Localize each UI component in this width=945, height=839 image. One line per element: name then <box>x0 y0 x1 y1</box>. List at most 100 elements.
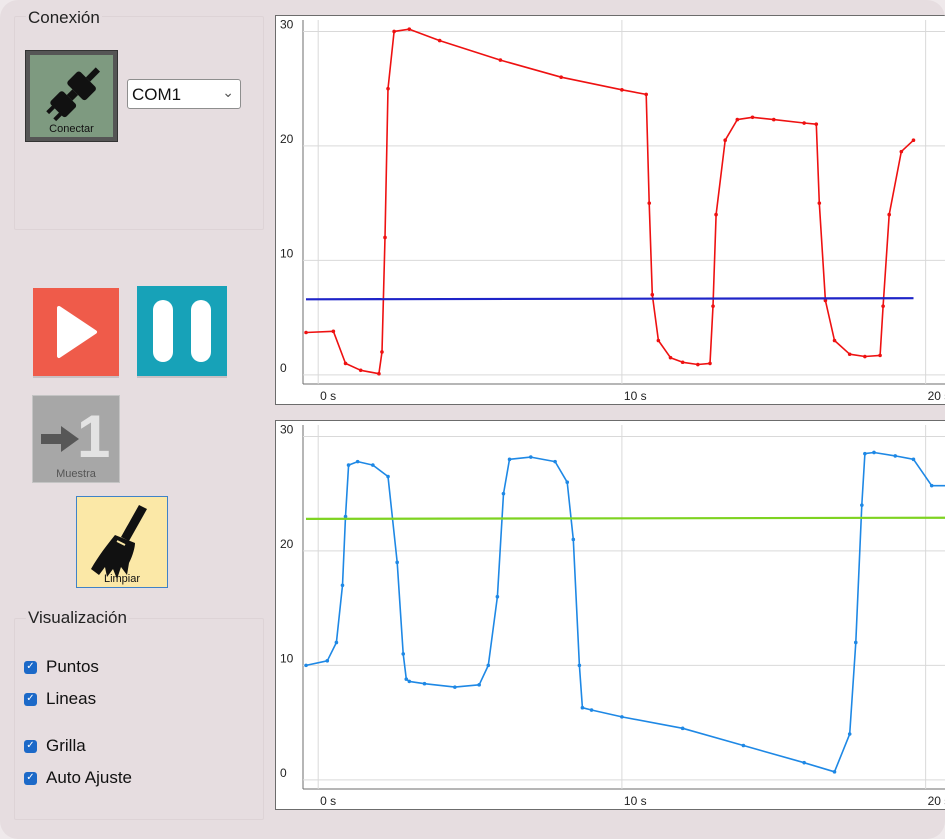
connect-button-label: Conectar <box>49 123 94 135</box>
data-point <box>881 304 885 308</box>
data-point <box>911 457 916 462</box>
connect-button[interactable]: Conectar <box>25 50 118 142</box>
y-tick-label: 30 <box>280 17 294 31</box>
x-tick-label: 10 s <box>624 794 647 808</box>
data-point <box>571 537 576 542</box>
data-point <box>714 212 718 217</box>
data-point <box>331 329 336 334</box>
x-tick-label: 0 s <box>320 389 336 403</box>
series-line-0 <box>305 28 915 375</box>
option-auto-ajuste[interactable]: ✓ Auto Ajuste <box>24 768 132 788</box>
data-point <box>899 149 904 154</box>
data-point <box>832 770 837 774</box>
play-button[interactable] <box>33 288 119 376</box>
checkbox-grilla[interactable]: ✓ <box>24 739 37 753</box>
data-point <box>711 304 715 308</box>
option-auto-ajuste-label: Auto Ajuste <box>46 768 133 787</box>
option-lineas-label: Lineas <box>46 689 97 708</box>
chart-bottom-plot: 0 10 20 30 0 s 10 s 20 s <box>280 422 945 808</box>
checkbox-auto-ajuste[interactable]: ✓ <box>24 771 37 785</box>
data-point <box>340 583 345 588</box>
data-point <box>355 459 360 464</box>
data-point <box>486 663 491 668</box>
x-tick-label: 20 s <box>928 389 945 403</box>
control-panel: Conexión Conectar COM1 ⌄ 1 Muestra Limpi… <box>0 0 270 839</box>
data-point <box>325 658 330 663</box>
data-point <box>358 368 363 373</box>
data-point <box>863 451 867 456</box>
data-point <box>437 38 442 43</box>
series-line-1 <box>305 516 945 520</box>
data-point <box>407 679 412 684</box>
data-point <box>507 457 512 462</box>
data-point <box>814 122 819 126</box>
data-point <box>386 474 390 479</box>
data-point <box>498 58 503 62</box>
visualization-group-label: Visualización <box>26 608 129 628</box>
sample-button-label: Muestra <box>56 468 96 480</box>
chart-top-plot: 0 10 20 30 0 s 10 s 20 s <box>280 17 945 403</box>
series-line-0 <box>305 451 945 773</box>
y-tick-label: 10 <box>280 246 294 260</box>
data-point <box>343 361 348 366</box>
data-point <box>832 338 837 343</box>
data-point <box>501 491 506 496</box>
data-point <box>380 350 384 354</box>
chart-top[interactable]: 0 10 20 30 0 s 10 s 20 s <box>275 15 945 405</box>
data-point <box>863 354 867 359</box>
data-point <box>304 330 308 335</box>
option-puntos[interactable]: ✓ Puntos <box>24 657 99 677</box>
pause-button[interactable] <box>137 286 227 376</box>
series-line-1 <box>305 297 914 301</box>
data-point <box>847 352 852 357</box>
data-point <box>847 732 852 736</box>
data-point <box>407 27 412 31</box>
visualization-group <box>14 618 264 820</box>
data-point <box>386 86 390 91</box>
option-lineas[interactable]: ✓ Lineas <box>24 689 96 709</box>
data-point <box>723 138 727 142</box>
app-window: Conexión Conectar COM1 ⌄ 1 Muestra Limpi… <box>0 0 945 839</box>
option-grilla[interactable]: ✓ Grilla <box>24 736 86 756</box>
data-point <box>817 201 822 205</box>
data-point <box>559 75 563 80</box>
x-tick-label: 0 s <box>320 794 336 808</box>
y-tick-label: 0 <box>280 361 287 375</box>
x-tick-label: 20 s <box>928 794 945 808</box>
data-point <box>911 138 916 142</box>
port-select[interactable]: COM1 ⌄ <box>127 79 241 109</box>
data-point <box>477 683 481 687</box>
data-point <box>401 652 406 656</box>
data-point <box>371 463 375 467</box>
data-point <box>668 355 673 360</box>
data-point <box>404 677 409 681</box>
chart-bottom[interactable]: 0 10 20 30 0 s 10 s 20 s <box>275 420 945 810</box>
y-tick-label: 30 <box>280 422 294 436</box>
checkbox-puntos[interactable]: ✓ <box>24 660 37 674</box>
data-point <box>929 483 934 488</box>
data-point <box>383 235 387 240</box>
data-point <box>860 503 864 507</box>
data-point <box>620 88 624 92</box>
checkbox-lineas[interactable]: ✓ <box>24 692 37 706</box>
clear-button-label: Limpiar <box>103 573 141 585</box>
data-point <box>392 29 396 34</box>
data-point <box>346 463 351 467</box>
chevron-down-icon: ⌄ <box>222 84 234 100</box>
y-tick-label: 20 <box>280 537 294 551</box>
data-point <box>565 480 570 485</box>
data-point <box>741 743 746 748</box>
clear-button[interactable]: Limpiar <box>76 496 168 588</box>
connection-group-label: Conexión <box>26 8 102 28</box>
data-point <box>853 640 858 645</box>
data-point <box>304 663 308 668</box>
x-tick-label: 10 s <box>624 389 647 403</box>
data-point <box>735 117 740 122</box>
data-point <box>802 121 806 125</box>
option-grilla-label: Grilla <box>46 736 86 755</box>
data-point <box>577 663 582 668</box>
data-point <box>771 117 776 122</box>
play-icon <box>57 306 97 358</box>
data-point <box>680 726 685 731</box>
sample-button[interactable]: 1 Muestra <box>32 395 120 483</box>
